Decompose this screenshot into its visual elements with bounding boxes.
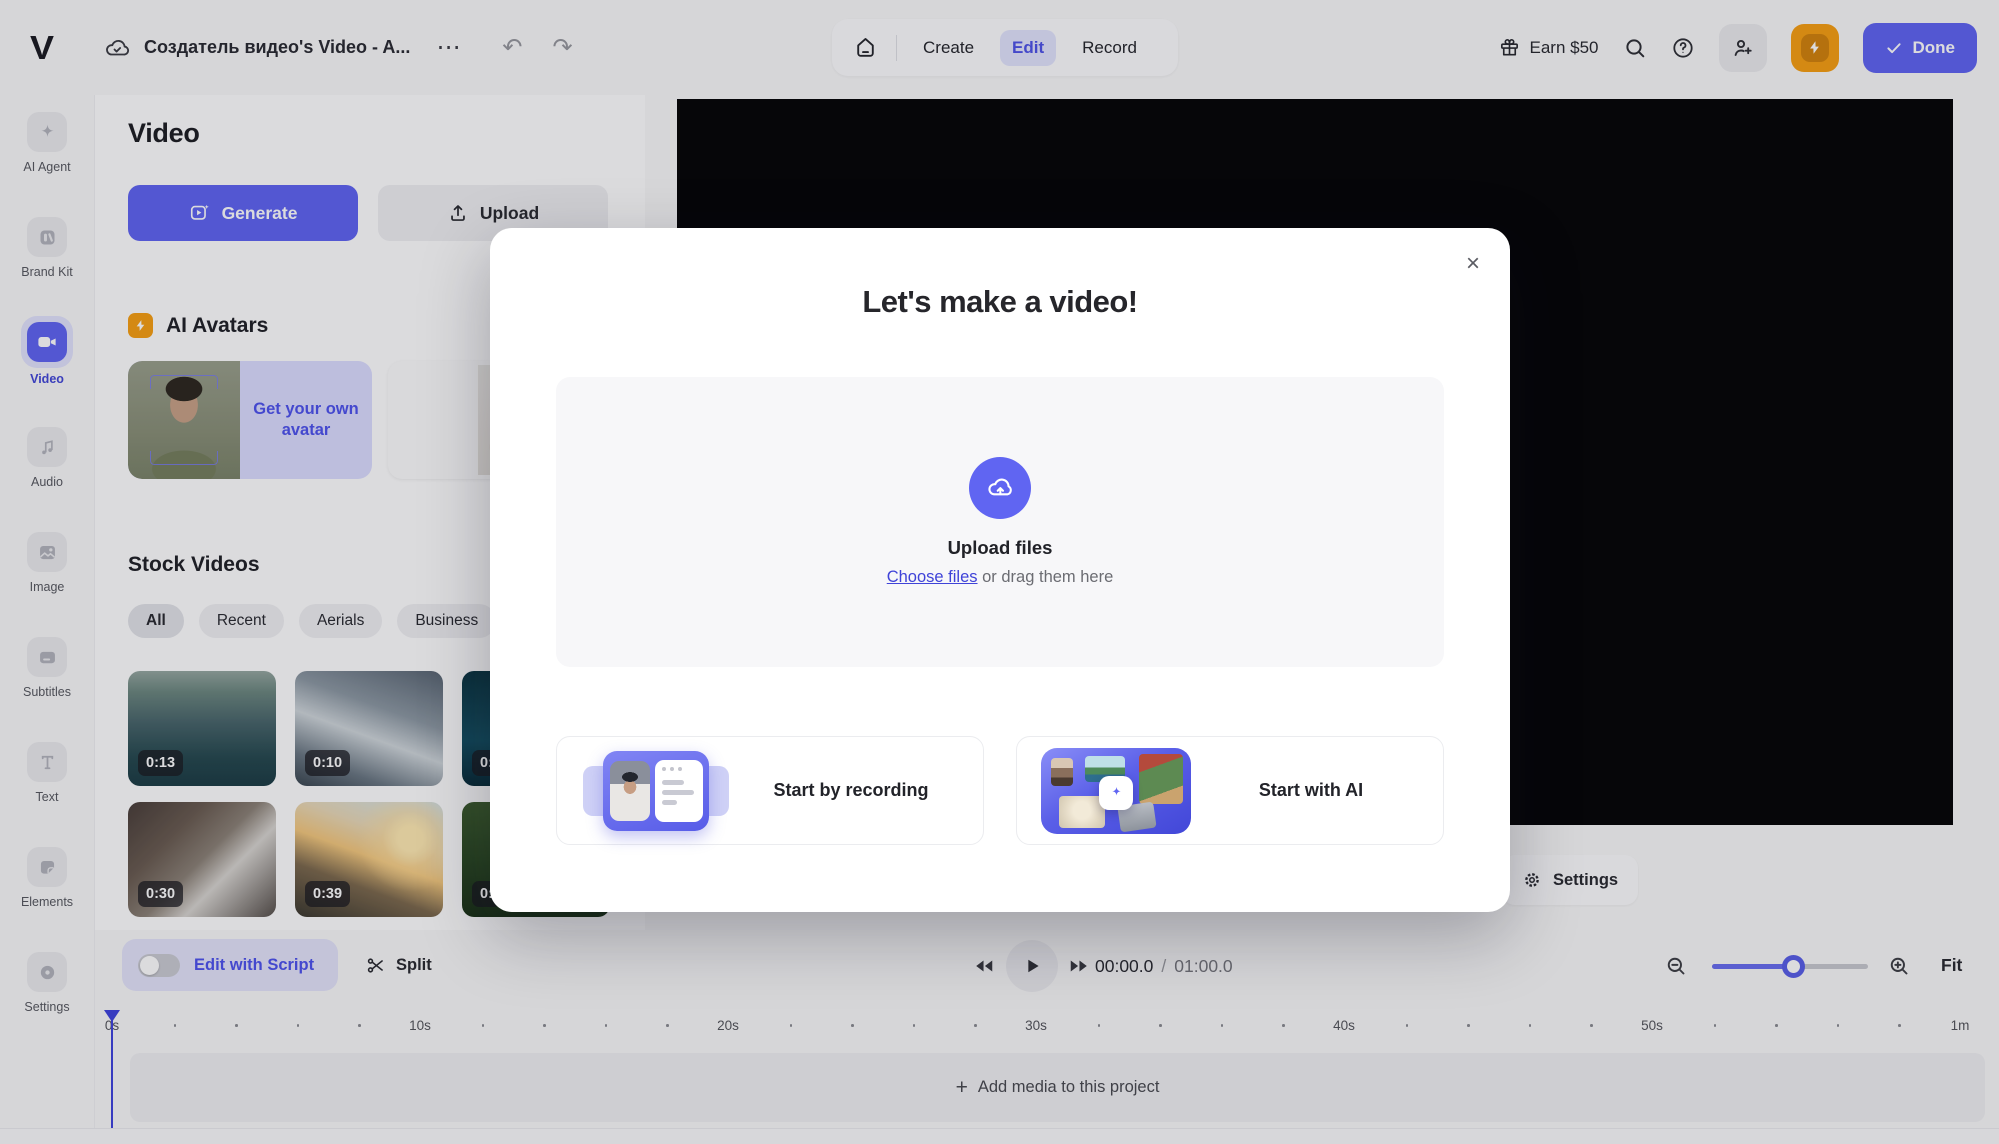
lets-make-a-video-modal: × Let's make a video! Upload files Choos… bbox=[490, 228, 1510, 912]
cloud-upload-icon bbox=[969, 457, 1031, 519]
recording-illustration bbox=[581, 748, 731, 834]
ai-sparkle-icon bbox=[1099, 776, 1133, 810]
start-by-recording-label: Start by recording bbox=[731, 780, 983, 801]
upload-hint: Choose files or drag them here bbox=[887, 568, 1114, 587]
upload-dropzone[interactable]: Upload files Choose files or drag them h… bbox=[556, 377, 1444, 667]
ai-collage-illustration bbox=[1041, 748, 1191, 834]
upload-files-label: Upload files bbox=[948, 537, 1053, 559]
video-editor-app: V Создатель видео's Video - A... ⋯ ↶ ↷ C… bbox=[0, 0, 1999, 1144]
start-with-ai-label: Start with AI bbox=[1191, 780, 1443, 801]
close-icon[interactable]: × bbox=[1462, 248, 1484, 280]
choose-files-link[interactable]: Choose files bbox=[887, 568, 978, 586]
modal-title: Let's make a video! bbox=[490, 284, 1510, 320]
start-by-recording-card[interactable]: Start by recording bbox=[556, 736, 984, 845]
script-tile bbox=[655, 760, 703, 822]
start-with-ai-card[interactable]: Start with AI bbox=[1016, 736, 1444, 845]
webcam-tile bbox=[610, 761, 650, 821]
modal-options: Start by recording Start with AI bbox=[556, 736, 1444, 845]
